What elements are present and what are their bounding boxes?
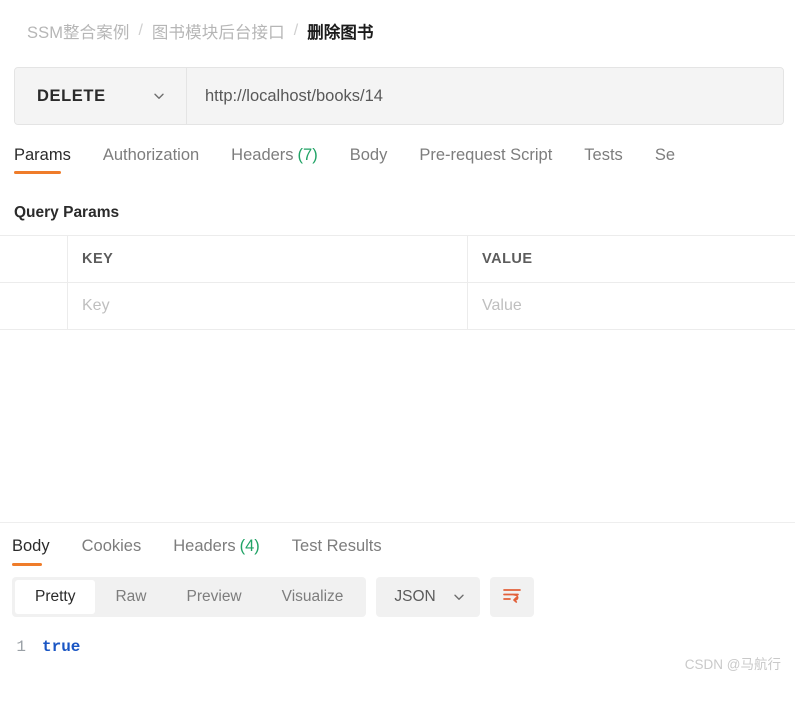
view-mode-preview[interactable]: Preview — [167, 580, 262, 614]
watermark: CSDN @马航行 — [684, 657, 781, 672]
response-body-viewer[interactable]: 1 true CSDN @马航行 — [0, 624, 795, 684]
tab-body[interactable]: Body — [350, 146, 410, 178]
response-tab-headers[interactable]: Headers (4) — [173, 537, 282, 568]
response-tab-bar: Body Cookies Headers (4) Test Results — [0, 523, 795, 570]
tab-body-label: Body — [349, 146, 388, 164]
tab-pre-request-script[interactable]: Pre-request Script — [419, 146, 574, 178]
response-body-value: true — [42, 638, 81, 656]
tab-tests[interactable]: Tests — [584, 146, 645, 178]
param-key-input[interactable]: Key — [68, 283, 468, 329]
response-tab-test-results[interactable]: Test Results — [292, 537, 404, 568]
table-row[interactable]: Key Value — [0, 283, 795, 330]
breadcrumb-item-request[interactable]: 删除图书 — [307, 19, 373, 43]
tab-authorization[interactable]: Authorization — [103, 146, 221, 178]
response-format-label: JSON — [394, 588, 436, 605]
tab-headers-count: (7) — [297, 146, 318, 164]
row-select-checkbox[interactable] — [0, 283, 68, 329]
param-value-input[interactable]: Value — [468, 283, 795, 329]
request-url-bar: DELETE http://localhost/books/14 — [14, 67, 784, 125]
tab-params[interactable]: Params — [14, 146, 93, 178]
response-tab-headers-count: (4) — [239, 537, 260, 555]
response-tab-cookies[interactable]: Cookies — [82, 537, 164, 568]
column-header-key: KEY — [68, 236, 468, 282]
request-url-input[interactable]: http://localhost/books/14 — [187, 68, 783, 124]
view-mode-visualize[interactable]: Visualize — [262, 580, 364, 614]
response-tab-body[interactable]: Body — [12, 537, 72, 568]
response-format-select[interactable]: JSON — [376, 577, 480, 617]
query-params-table: KEY VALUE Key Value — [0, 235, 795, 330]
tab-settings[interactable]: Se — [655, 146, 697, 178]
http-method-label: DELETE — [37, 86, 106, 105]
response-tab-cookies-label: Cookies — [81, 537, 142, 555]
column-header-value: VALUE — [482, 251, 533, 267]
column-header-select — [0, 236, 68, 282]
view-mode-raw[interactable]: Raw — [95, 580, 166, 614]
code-line: 1 true — [0, 638, 795, 656]
wrap-text-button[interactable] — [489, 577, 534, 617]
http-method-select[interactable]: DELETE — [15, 68, 187, 124]
response-format-toolbar: Pretty Raw Preview Visualize JSON — [0, 570, 795, 624]
breadcrumb-item-collection[interactable]: SSM整合案例 — [27, 19, 129, 43]
breadcrumb: SSM整合案例 / 图书模块后台接口 / 删除图书 — [0, 0, 795, 62]
tab-pre-request-script-label: Pre-request Script — [419, 146, 553, 164]
tab-tests-label: Tests — [584, 146, 623, 164]
query-params-title: Query Params — [14, 204, 120, 221]
response-tab-headers-label: Headers — [173, 537, 236, 555]
table-header-row: KEY VALUE — [0, 236, 795, 283]
chevron-down-icon — [452, 590, 466, 604]
tab-authorization-label: Authorization — [102, 146, 200, 164]
request-empty-area — [0, 330, 795, 522]
response-view-mode-group: Pretty Raw Preview Visualize — [12, 577, 367, 617]
breadcrumb-separator: / — [138, 22, 143, 39]
postman-request-window: SSM整合案例 / 图书模块后台接口 / 删除图书 DELETE http://… — [0, 0, 795, 711]
request-tab-bar: Params Authorization Headers (7) Body Pre… — [0, 146, 795, 190]
tab-headers-label: Headers — [231, 146, 294, 164]
tab-headers[interactable]: Headers (7) — [231, 146, 340, 178]
breadcrumb-separator: / — [293, 22, 299, 39]
response-tab-body-label: Body — [12, 537, 50, 555]
view-mode-pretty[interactable]: Pretty — [15, 580, 96, 614]
wrap-text-icon — [501, 585, 523, 610]
tab-params-label: Params — [14, 146, 71, 164]
response-tab-test-results-label: Test Results — [291, 537, 382, 555]
tab-settings-label: Se — [654, 146, 675, 164]
line-number: 1 — [16, 638, 26, 656]
breadcrumb-item-folder[interactable]: 图书模块后台接口 — [152, 19, 285, 43]
chevron-down-icon — [152, 89, 166, 103]
